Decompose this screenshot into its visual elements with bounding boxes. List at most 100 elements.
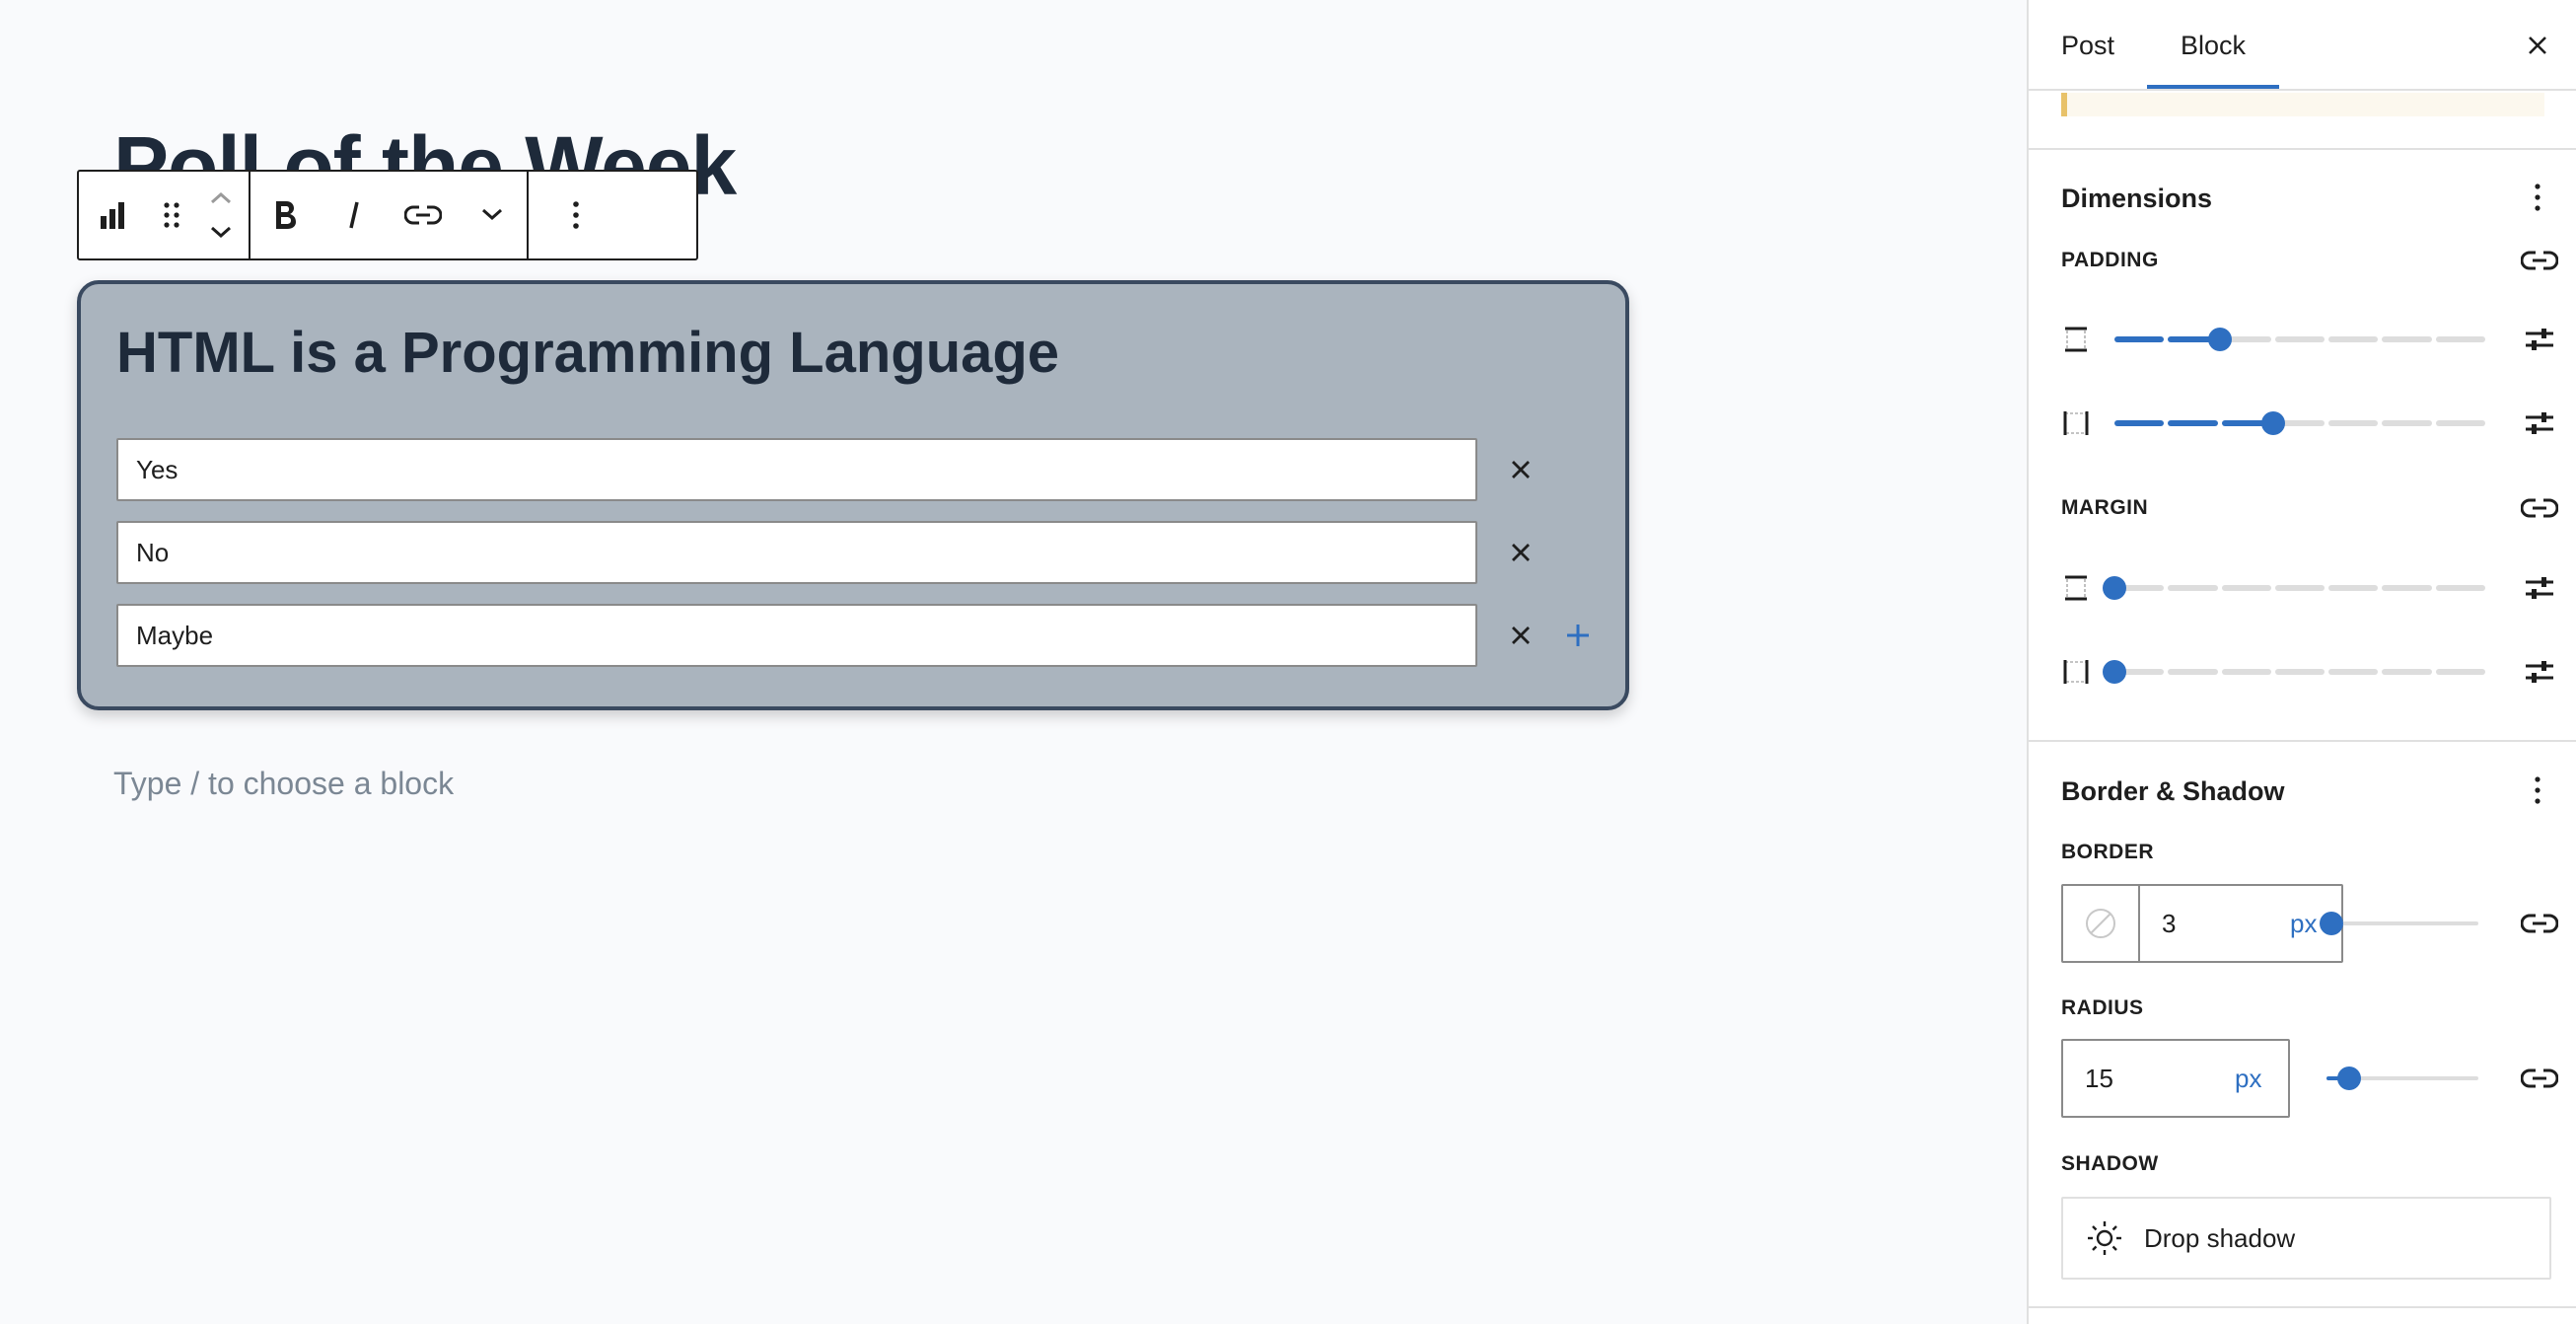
margin-label: MARGIN bbox=[2061, 496, 2149, 519]
slider-thumb[interactable] bbox=[2319, 912, 2343, 935]
slider-step bbox=[2328, 420, 2379, 426]
remove-option-icon[interactable] bbox=[1501, 533, 1540, 572]
margin-horizontal-settings-icon[interactable] bbox=[2518, 652, 2561, 692]
radius-input[interactable]: 15 bbox=[2085, 1041, 2113, 1116]
padding-horizontal-slider[interactable] bbox=[2114, 411, 2485, 435]
slider-step bbox=[2382, 420, 2432, 426]
poll-question[interactable]: HTML is a Programming Language bbox=[116, 320, 1059, 386]
padding-vertical-settings-icon[interactable] bbox=[2518, 320, 2561, 359]
slider-step bbox=[2435, 420, 2485, 426]
slider-track bbox=[2326, 921, 2478, 925]
slider-step bbox=[2274, 336, 2326, 342]
radius-label: RADIUS bbox=[2061, 996, 2144, 1019]
sun-icon bbox=[2085, 1218, 2124, 1258]
slider-thumb[interactable] bbox=[2103, 576, 2126, 600]
italic-icon[interactable] bbox=[320, 172, 389, 258]
shadow-label: SHADOW bbox=[2061, 1152, 2159, 1175]
padding-horizontal-sides-icon bbox=[2059, 406, 2093, 440]
block-toolbar bbox=[77, 170, 698, 260]
margin-horizontal-sides-icon bbox=[2059, 655, 2093, 689]
slider-thumb[interactable] bbox=[2207, 328, 2232, 351]
margin-vertical-settings-icon[interactable] bbox=[2518, 568, 2561, 608]
link-icon[interactable] bbox=[389, 172, 458, 258]
slider-step bbox=[2114, 336, 2165, 342]
slider-step bbox=[2221, 585, 2271, 591]
slider-thumb[interactable] bbox=[2260, 411, 2285, 435]
poll-option-input[interactable]: Maybe bbox=[116, 604, 1477, 667]
radius-unit-select[interactable]: px bbox=[2235, 1041, 2261, 1116]
poll-option-row: Maybe bbox=[116, 604, 1596, 667]
dimensions-options-icon[interactable] bbox=[2518, 178, 2557, 217]
padding-vertical-sides-icon bbox=[2059, 323, 2093, 356]
chevron-down-icon[interactable] bbox=[458, 172, 527, 258]
radius-control: 15 px bbox=[2061, 1039, 2290, 1118]
drag-handle-icon[interactable] bbox=[150, 172, 193, 258]
slider-thumb[interactable] bbox=[2337, 1067, 2362, 1090]
link-radius-corners-icon[interactable] bbox=[2518, 1059, 2561, 1098]
sidebar-header: Post Block bbox=[2029, 0, 2576, 91]
slider-step bbox=[2435, 585, 2485, 591]
slider-step bbox=[2328, 585, 2379, 591]
border-shadow-panel-title[interactable]: Border & Shadow bbox=[2061, 776, 2285, 807]
margin-vertical-slider[interactable] bbox=[2103, 576, 2485, 600]
radius-slider[interactable] bbox=[2326, 1067, 2478, 1090]
close-icon[interactable] bbox=[2518, 26, 2557, 65]
margin-vertical-sides-icon bbox=[2059, 571, 2093, 605]
block-appender-placeholder[interactable]: Type / to choose a block bbox=[113, 766, 454, 802]
add-option-icon[interactable] bbox=[1558, 616, 1598, 655]
dimensions-panel-title[interactable]: Dimensions bbox=[2061, 184, 2212, 214]
border-color-swatch-icon[interactable] bbox=[2063, 886, 2140, 961]
slider-step bbox=[2168, 420, 2218, 426]
slider-step bbox=[2168, 669, 2218, 675]
toolbar-block-group bbox=[79, 172, 249, 258]
padding-label: PADDING bbox=[2061, 249, 2159, 271]
move-up-icon[interactable] bbox=[208, 180, 234, 215]
slider-thumb[interactable] bbox=[2103, 660, 2126, 684]
poll-option-row: Yes bbox=[116, 438, 1596, 501]
toolbar-options-group bbox=[527, 172, 623, 258]
poll-block-icon[interactable] bbox=[79, 172, 150, 258]
margin-horizontal-slider[interactable] bbox=[2103, 660, 2485, 684]
padding-vertical-slider[interactable] bbox=[2114, 328, 2485, 351]
slider-step bbox=[2168, 585, 2218, 591]
slider-step bbox=[2435, 336, 2485, 342]
unlink-sides-icon[interactable] bbox=[2518, 241, 2561, 280]
slider-step bbox=[2328, 669, 2379, 675]
slider-step bbox=[2328, 336, 2379, 342]
slider-step bbox=[2435, 669, 2485, 675]
slider-step bbox=[2382, 585, 2432, 591]
bold-icon[interactable] bbox=[250, 172, 320, 258]
border-width-slider[interactable] bbox=[2319, 912, 2478, 935]
panel-divider bbox=[2029, 740, 2576, 742]
slider-step bbox=[2382, 336, 2432, 342]
link-border-sides-icon[interactable] bbox=[2518, 904, 2561, 943]
border-width-input[interactable]: 3 bbox=[2162, 886, 2176, 961]
poll-option-row: No bbox=[116, 521, 1596, 584]
slider-step bbox=[2114, 420, 2165, 426]
panel-divider bbox=[2029, 148, 2576, 150]
border-label: BORDER bbox=[2061, 841, 2155, 863]
border-shadow-options-icon[interactable] bbox=[2518, 771, 2557, 810]
slider-step bbox=[2221, 669, 2271, 675]
toolbar-format-group bbox=[249, 172, 527, 258]
notice-strip bbox=[2061, 93, 2544, 116]
unlink-sides-icon[interactable] bbox=[2518, 488, 2561, 528]
remove-option-icon[interactable] bbox=[1501, 616, 1540, 655]
drop-shadow-button[interactable]: Drop shadow bbox=[2061, 1197, 2551, 1280]
block-mover bbox=[193, 172, 249, 258]
tab-post[interactable]: Post bbox=[2061, 0, 2114, 91]
drop-shadow-label: Drop shadow bbox=[2144, 1222, 2296, 1253]
slider-step bbox=[2382, 669, 2432, 675]
slider-step bbox=[2274, 585, 2326, 591]
panel-divider bbox=[2029, 1306, 2576, 1308]
padding-horizontal-settings-icon[interactable] bbox=[2518, 404, 2561, 443]
tab-block[interactable]: Block bbox=[2147, 0, 2279, 91]
active-tab-indicator bbox=[2147, 85, 2279, 89]
poll-option-input[interactable]: No bbox=[116, 521, 1477, 584]
move-down-icon[interactable] bbox=[208, 215, 234, 251]
border-unit-select[interactable]: px bbox=[2290, 886, 2317, 961]
remove-option-icon[interactable] bbox=[1501, 450, 1540, 489]
poll-block[interactable]: HTML is a Programming Language Yes No Ma… bbox=[77, 280, 1629, 710]
poll-option-input[interactable]: Yes bbox=[116, 438, 1477, 501]
more-options-icon[interactable] bbox=[529, 172, 623, 258]
